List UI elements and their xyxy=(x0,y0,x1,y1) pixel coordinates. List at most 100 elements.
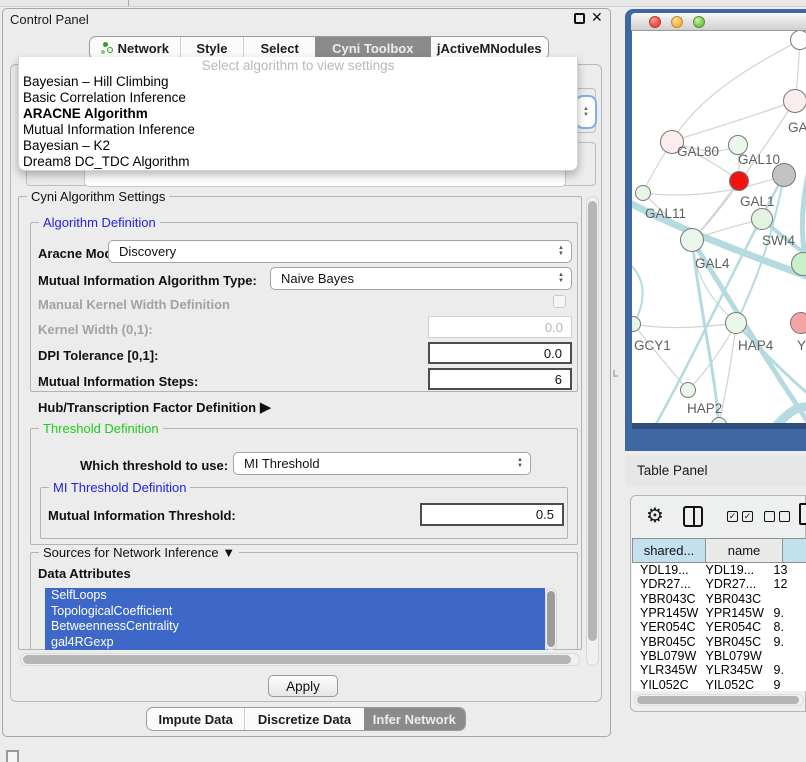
table-column-header[interactable]: name xyxy=(706,538,783,563)
attributes-list-scrollbar[interactable] xyxy=(545,588,557,650)
tab-select[interactable]: Select xyxy=(243,37,315,59)
tab-network[interactable]: Network xyxy=(90,37,180,59)
table-cell: YDR27... xyxy=(700,577,770,591)
select-all-checkboxes-icon[interactable]: ✓✓ xyxy=(727,511,753,522)
mi-type-select[interactable]: Naive Bayes ▲▼ xyxy=(270,267,572,290)
hub-definition-expander[interactable]: Hub/Transcription Factor Definition ▶ xyxy=(38,398,271,416)
document-icon[interactable] xyxy=(799,503,806,525)
table-row[interactable]: YDR27...YDR27...12 xyxy=(632,577,806,591)
algorithm-dropdown-popup: Select algorithm to view settings Bayesi… xyxy=(18,57,578,171)
table-row[interactable]: YBR043CYBR043C xyxy=(632,592,806,606)
table-row[interactable]: YDL19...YDL19...13 xyxy=(632,563,806,577)
network-node[interactable] xyxy=(680,228,704,252)
window-close-button[interactable] xyxy=(649,16,661,28)
table-cell: YBR045C xyxy=(700,635,770,649)
dropdown-item[interactable]: Dream8 DC_TDC Algorithm xyxy=(19,154,577,170)
manual-kernel-checkbox[interactable] xyxy=(553,295,566,308)
network-node[interactable] xyxy=(729,171,749,191)
network-node[interactable] xyxy=(783,89,806,113)
node-label: GAL80 xyxy=(677,144,719,159)
network-node[interactable] xyxy=(635,185,651,201)
close-icon[interactable]: ✕ xyxy=(591,9,603,26)
network-node[interactable] xyxy=(790,31,806,50)
dropdown-item[interactable]: ARACNE Algorithm xyxy=(19,106,577,122)
settings-vertical-scrollbar[interactable] xyxy=(586,196,599,666)
tab-style[interactable]: Style xyxy=(180,37,244,59)
tab-cyni-toolbox[interactable]: Cyni Toolbox xyxy=(315,37,431,59)
table-column-header[interactable]: shared... xyxy=(632,538,706,563)
which-threshold-label: Which threshold to use: xyxy=(80,458,228,473)
tab-label: Select xyxy=(261,41,299,56)
dropdown-item[interactable]: Bayesian – K2 xyxy=(19,138,577,154)
dropdown-item[interactable]: Mutual Information Inference xyxy=(19,122,577,138)
table-cell: 8. xyxy=(770,620,806,634)
minimized-panel-icon[interactable] xyxy=(6,750,19,762)
dropdown-placeholder: Select algorithm to view settings xyxy=(19,57,577,74)
dropdown-item[interactable]: Bayesian – Hill Climbing xyxy=(19,74,577,90)
bottom-tab-impute-data[interactable]: Impute Data xyxy=(147,708,244,730)
stepper-arrows-icon: ▲▼ xyxy=(517,458,523,469)
stepper-arrows-icon: ▲▼ xyxy=(558,246,564,257)
attribute-list-item[interactable]: gal4RGexp xyxy=(45,635,545,651)
dpi-tolerance-input[interactable]: 0.0 xyxy=(428,342,572,364)
tab-jactivemnodules[interactable]: jActiveMNodules xyxy=(431,37,548,59)
table-cell: YLR345W xyxy=(700,663,770,677)
node-label: GCY1 xyxy=(634,338,671,353)
table-cell: YBR043C xyxy=(700,592,770,606)
attribute-list-item[interactable]: BetweennessCentrality xyxy=(45,619,545,635)
aracne-mode-select[interactable]: Discovery ▲▼ xyxy=(108,240,572,263)
attribute-list-item[interactable]: SelfLoops xyxy=(45,588,545,604)
maximize-icon[interactable] xyxy=(574,13,585,24)
kernel-width-input[interactable]: 0.0 xyxy=(428,316,572,338)
dropdown-item[interactable]: Basic Correlation Inference xyxy=(19,90,577,106)
apply-button[interactable]: Apply xyxy=(268,675,338,697)
window-zoom-button[interactable] xyxy=(693,16,705,28)
bottom-tab-discretize-data[interactable]: Discretize Data xyxy=(244,708,363,730)
bottom-tab-infer-network[interactable]: Infer Network xyxy=(364,708,465,730)
scrollbar-thumb[interactable] xyxy=(588,201,597,641)
bottom-tab-bar: Impute DataDiscretize DataInfer Network xyxy=(146,707,466,731)
table-row[interactable]: YBL079WYBL079W xyxy=(632,649,806,663)
network-node[interactable] xyxy=(680,382,696,398)
table-cell: 9. xyxy=(770,635,806,649)
table-horizontal-scrollbar[interactable] xyxy=(634,694,804,706)
table-row[interactable]: YER054CYER054C8. xyxy=(632,620,806,634)
table-cell: 9 xyxy=(770,678,806,691)
table-cell: YDR27... xyxy=(632,577,700,591)
gear-icon[interactable]: ⚙ xyxy=(646,503,664,528)
table-cell: 9. xyxy=(770,606,806,620)
table-column-header[interactable] xyxy=(783,538,806,563)
network-node[interactable] xyxy=(751,208,773,230)
scrollbar-thumb[interactable] xyxy=(23,655,571,664)
network-canvas[interactable]: GALGAL80GAL10GAL11GAL1SWI4GAL4GCY1HAP4YH… xyxy=(632,31,806,423)
threshold-definition-title: Threshold Definition xyxy=(39,421,163,436)
deselect-all-checkboxes-icon[interactable] xyxy=(764,511,790,522)
scrollbar-thumb[interactable] xyxy=(637,696,799,704)
mi-type-label: Mutual Information Algorithm Type: xyxy=(38,273,257,288)
network-node[interactable] xyxy=(725,312,747,334)
mi-steps-input[interactable]: 6 xyxy=(428,368,572,390)
table-cell: YBR043C xyxy=(632,592,700,606)
table-cell: YPR145W xyxy=(700,606,770,620)
kernel-width-label: Kernel Width (0,1): xyxy=(38,322,153,337)
scrollbar-thumb[interactable] xyxy=(547,591,555,647)
combo-stepper-focused[interactable]: ▲▼ xyxy=(577,97,595,127)
table-row[interactable]: YLR345WYLR345W9. xyxy=(632,663,806,677)
table-row[interactable]: YIL052CYIL052C9 xyxy=(632,677,806,691)
columns-icon[interactable] xyxy=(683,506,703,527)
table-cell: YDL19... xyxy=(632,563,700,577)
panel-splitter-handle[interactable] xyxy=(613,370,618,377)
which-threshold-select[interactable]: MI Threshold ▲▼ xyxy=(233,452,531,475)
table-cell: YBR045C xyxy=(632,635,700,649)
network-node[interactable] xyxy=(790,312,806,334)
table-row[interactable]: YBR045CYBR045C9. xyxy=(632,634,806,648)
window-minimize-button[interactable] xyxy=(671,16,683,28)
settings-horizontal-scrollbar[interactable] xyxy=(20,653,580,666)
node-label: GAL10 xyxy=(738,152,780,167)
mi-threshold-input[interactable]: 0.5 xyxy=(420,503,564,526)
table-cell: YLR345W xyxy=(632,663,700,677)
table-cell: YIL052C xyxy=(632,678,700,691)
data-attributes-list[interactable]: SelfLoopsTopologicalCoefficientBetweenne… xyxy=(45,588,545,650)
attribute-list-item[interactable]: TopologicalCoefficient xyxy=(45,604,545,620)
table-row[interactable]: YPR145WYPR145W9. xyxy=(632,606,806,620)
